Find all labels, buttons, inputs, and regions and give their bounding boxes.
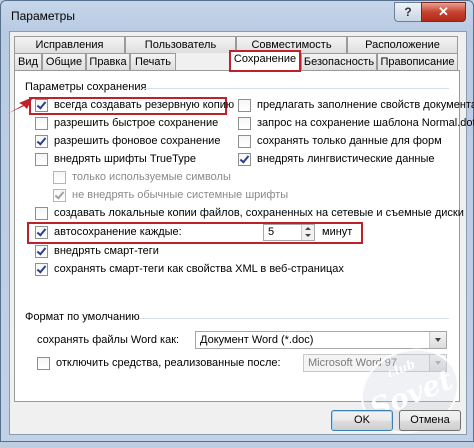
save-as-label: сохранять файлы Word как: xyxy=(37,334,180,346)
spin-down-icon[interactable] xyxy=(305,234,311,237)
no-system-fonts-label: не внедрять обычные системные шрифты xyxy=(72,189,289,201)
close-button[interactable]: ✕ xyxy=(421,2,466,22)
spinner-buttons[interactable] xyxy=(301,225,314,240)
local-copies-checkbox[interactable] xyxy=(35,207,48,220)
forms-data-label[interactable]: сохранять только данные для форм xyxy=(257,135,442,147)
tab-spelling[interactable]: Правописание xyxy=(377,53,458,70)
options-dialog: Параметры ? ✕ Исправления Пользователь С… xyxy=(0,0,474,448)
autosave-label[interactable]: автосохранение каждые: xyxy=(54,226,182,238)
cancel-button[interactable]: Отмена xyxy=(399,410,461,431)
autosave-interval-value[interactable]: 5 xyxy=(268,226,274,238)
save-tab-panel: Параметры сохранения всегда создавать ре… xyxy=(9,70,474,402)
tab-label: Правка xyxy=(89,56,127,68)
save-tab-highlight xyxy=(229,50,301,72)
tab-label: Исправления xyxy=(35,39,104,51)
tab-location[interactable]: Расположение xyxy=(347,36,458,53)
default-format-title: Формат по умолчанию xyxy=(25,311,140,323)
red-arrow-icon xyxy=(9,97,33,113)
disable-features-checkbox[interactable] xyxy=(37,357,50,370)
autosave-unit: минут xyxy=(322,226,353,238)
help-button[interactable]: ? xyxy=(394,2,422,22)
tab-print[interactable]: Печать xyxy=(130,53,176,70)
embed-truetype-checkbox[interactable] xyxy=(35,153,48,166)
window-title: Параметры xyxy=(11,9,75,23)
tab-label: Печать xyxy=(134,56,172,68)
spin-up-icon[interactable] xyxy=(305,227,311,230)
save-as-format-select[interactable]: Документ Word (*.doc) xyxy=(195,331,447,349)
tab-view[interactable]: Вид xyxy=(14,53,42,70)
smart-tags-label[interactable]: внедрять смарт-теги xyxy=(54,245,159,257)
background-save-label[interactable]: разрешить фоновое сохранение xyxy=(54,135,220,147)
title-bar[interactable]: Параметры ? ✕ xyxy=(1,1,473,31)
linguistic-data-label[interactable]: внедрять лингвистические данные xyxy=(257,153,435,165)
tab-label: Пользователь xyxy=(144,39,217,51)
tab-general[interactable]: Общие xyxy=(42,53,86,70)
background-save-checkbox[interactable] xyxy=(35,135,48,148)
tab-user[interactable]: Пользователь xyxy=(125,36,236,53)
fast-save-label[interactable]: разрешить быстрое сохранение xyxy=(54,117,218,129)
tab-label: Безопасность xyxy=(303,56,375,68)
embed-truetype-label[interactable]: внедрять шрифты TrueType xyxy=(54,153,196,165)
forms-data-checkbox[interactable] xyxy=(238,135,251,148)
smart-tags-checkbox[interactable] xyxy=(35,245,48,258)
fast-save-checkbox[interactable] xyxy=(35,117,48,130)
linguistic-data-checkbox[interactable] xyxy=(238,153,251,166)
backup-label[interactable]: всегда создавать резервную копию xyxy=(54,99,234,111)
group-divider xyxy=(143,88,449,89)
smart-tags-xml-label[interactable]: сохранять смарт-теги как свойства XML в … xyxy=(54,263,344,275)
tab-label: Общие xyxy=(45,56,83,68)
tab-edit[interactable]: Правка xyxy=(86,53,130,70)
doc-properties-checkbox[interactable] xyxy=(238,99,251,112)
normal-dot-prompt-label[interactable]: запрос на сохранение шаблона Normal.dot xyxy=(257,117,474,129)
group-divider xyxy=(139,318,449,319)
help-icon: ? xyxy=(404,5,412,19)
tab-label: Вид xyxy=(18,56,38,68)
tab-label: Расположение xyxy=(365,39,440,51)
disable-features-label[interactable]: отключить средства, реализованные после: xyxy=(56,357,281,369)
save-as-format-value: Документ Word (*.doc) xyxy=(200,334,314,346)
tab-corrections[interactable]: Исправления xyxy=(14,36,125,53)
dialog-body: Исправления Пользователь Совместимость Р… xyxy=(9,31,474,448)
tab-security[interactable]: Безопасность xyxy=(301,53,377,70)
smart-tags-xml-checkbox[interactable] xyxy=(35,263,48,276)
tab-label: Правописание xyxy=(380,56,455,68)
autosave-interval-spinner[interactable]: 5 xyxy=(263,224,315,241)
no-system-fonts-checkbox xyxy=(53,189,66,202)
save-params-title: Параметры сохранения xyxy=(25,81,147,93)
doc-properties-label[interactable]: предлагать заполнение свойств документа xyxy=(257,99,474,111)
used-chars-label: только используемые символы xyxy=(72,171,231,183)
close-icon: ✕ xyxy=(438,4,449,19)
normal-dot-prompt-checkbox[interactable] xyxy=(238,117,251,130)
backup-checkbox[interactable] xyxy=(35,99,48,112)
local-copies-label[interactable]: создавать локальные копии файлов, сохран… xyxy=(54,207,464,219)
used-chars-checkbox xyxy=(53,171,66,184)
autosave-checkbox[interactable] xyxy=(35,226,48,239)
ok-button[interactable]: OK xyxy=(331,410,393,431)
